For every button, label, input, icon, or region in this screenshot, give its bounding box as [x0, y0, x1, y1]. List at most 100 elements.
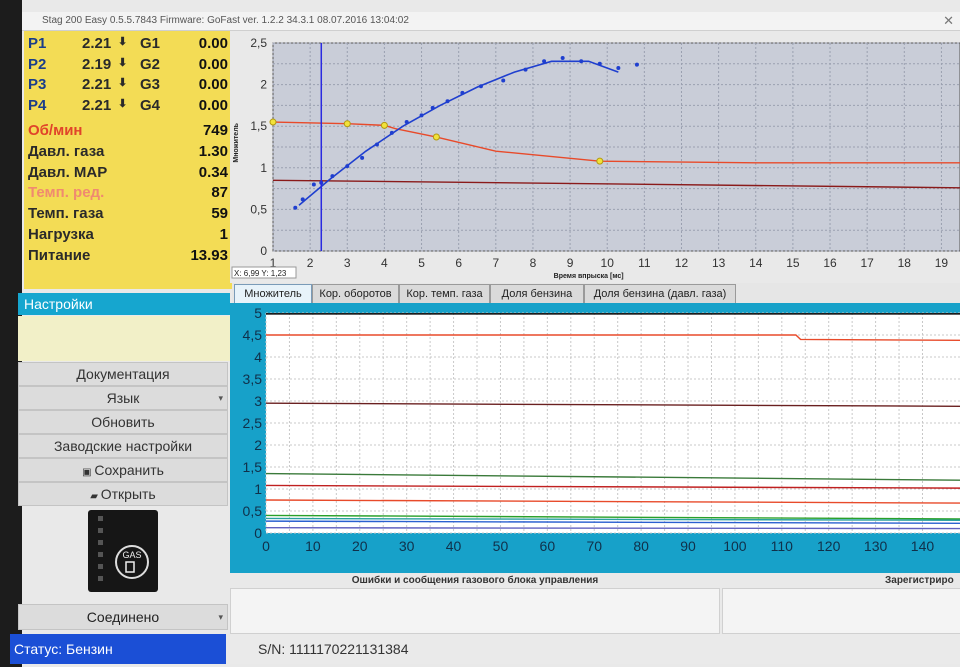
- reading-value: 13.93: [190, 246, 228, 264]
- x-tick-label: 120: [817, 538, 841, 554]
- registered-box[interactable]: [722, 588, 960, 634]
- menu-button-5[interactable]: ▰ Открыть: [18, 482, 228, 506]
- save-icon: ▣: [82, 467, 95, 478]
- reading-value: 0.34: [198, 163, 228, 181]
- pressure-value: 2.21: [82, 96, 112, 114]
- history-chart-panel: 0 10 20 30 40 50 60 70 80 90 100 110 120 130 140 0 0,5 1 1…: [230, 303, 960, 573]
- menu-label: Язык: [106, 390, 140, 406]
- tab-3[interactable]: Доля бензина: [490, 284, 584, 304]
- menu-button-0[interactable]: Документация: [18, 362, 228, 386]
- reading-value: 749: [202, 122, 228, 139]
- chevron-down-icon: ▾: [218, 612, 223, 622]
- gas-cyl-value: 0.00: [198, 35, 228, 52]
- scatter-point: [430, 105, 435, 110]
- title-bar: Stag 200 Easy 0.5.5.7843 Firmware: GoFas…: [22, 12, 960, 31]
- gas-cyl-name: G3: [140, 76, 161, 93]
- errors-box[interactable]: [230, 588, 720, 634]
- reading-label: Нагрузка: [28, 226, 94, 243]
- led-5: [98, 564, 103, 569]
- x-tick-label: 17: [860, 256, 874, 270]
- settings-header[interactable]: Настройки: [18, 293, 230, 315]
- scatter-point: [311, 182, 316, 187]
- menu-label: Заводские настройки: [53, 438, 193, 454]
- plot-area: [272, 42, 960, 252]
- y-tick-label: 1: [260, 161, 267, 175]
- x-tick-label: 9: [567, 256, 574, 270]
- reading-label: Об/мин: [28, 122, 83, 139]
- x-tick-label: 60: [540, 538, 556, 554]
- menu-button-1[interactable]: Язык ▾: [18, 386, 228, 410]
- gas-cyl-name: G2: [140, 55, 161, 73]
- reading-label: Давл. MAP: [28, 163, 108, 181]
- fuel-pump-icon: [125, 561, 135, 573]
- scatter-point: [389, 130, 394, 135]
- x-tick-label: 16: [823, 256, 837, 270]
- gas-cyl-value: 0.00: [198, 55, 228, 73]
- gas-cyl-name: G4: [140, 96, 161, 114]
- tab-2[interactable]: Кор. темп. газа: [399, 284, 490, 304]
- close-icon[interactable]: ✕: [943, 12, 954, 30]
- y-tick-label: 4,5: [243, 327, 263, 343]
- led-2: [98, 528, 103, 533]
- x-tick-label: 19: [935, 256, 949, 270]
- x-tick-label: 90: [680, 538, 696, 554]
- x-tick-label: 0: [262, 538, 270, 554]
- x-tick-label: 2: [307, 256, 314, 270]
- tab-1[interactable]: Кор. оборотов: [312, 284, 399, 304]
- reading-label: Темп. газа: [28, 205, 104, 223]
- serial-number: S/N: 1111170221131384: [258, 641, 409, 657]
- y-tick-label: 1: [254, 481, 262, 497]
- y-tick-label: 0,5: [243, 503, 263, 519]
- y-tick-label: 4: [254, 349, 262, 365]
- y-tick-label: 0: [260, 244, 267, 258]
- injector-icon: ⬇: [118, 77, 128, 89]
- scatter-point: [374, 142, 379, 147]
- scatter-point: [579, 59, 584, 64]
- scatter-point: [300, 197, 305, 202]
- reading-value: 87: [211, 184, 228, 202]
- x-tick-label: 20: [352, 538, 368, 554]
- x-tick-label: 13: [712, 256, 726, 270]
- multiplier-chart[interactable]: 1 2 3 4 5 6 7 8 9 10 11 12 13 14 15 16 17 18 1900,511,522,…: [230, 31, 960, 283]
- scatter-point: [404, 120, 409, 125]
- connection-dropdown[interactable]: Соединено ▾: [18, 604, 228, 630]
- ecu-switch-widget[interactable]: GAS: [88, 510, 158, 592]
- reading-label: Питание: [28, 246, 91, 264]
- x-axis-label: Время впрыска [мс]: [554, 273, 624, 280]
- x-tick-label: 30: [399, 538, 415, 554]
- x-tick-label: 10: [601, 256, 615, 270]
- pressure-value: 2.21: [82, 35, 112, 52]
- menu-button-3[interactable]: Заводские настройки: [18, 434, 228, 458]
- multiplier-chart-panel[interactable]: 1 2 3 4 5 6 7 8 9 10 11 12 13 14 15 16 17 18 19 0 0,5 1 1,5 2 2,…: [230, 31, 960, 283]
- x-tick-label: 6: [455, 256, 462, 270]
- x-tick-label: 110: [771, 538, 794, 554]
- reading-value: 1.30: [198, 142, 228, 160]
- parameters-panel: P1 2.21 ⬇ G1 0.00 P2 2.19 ⬇ G2 0.00 P3 2.21 ⬇ G3 0.00 P…: [24, 31, 232, 289]
- reading-label: Давл. газа: [28, 142, 105, 160]
- menu-label: Обновить: [91, 414, 155, 430]
- pressure-value: 2.21: [82, 76, 112, 93]
- tab-0[interactable]: Множитель: [234, 284, 312, 304]
- scatter-point: [523, 67, 528, 72]
- reading-value: 1: [219, 226, 228, 243]
- tab-4[interactable]: Доля бензина (давл. газа): [584, 284, 736, 304]
- gas-cyl-name: G1: [140, 35, 161, 52]
- scatter-point: [597, 61, 602, 66]
- x-tick-label: 8: [530, 256, 537, 270]
- history-chart[interactable]: 0 10 20 30 40 50 60 70 80 90 100 110 120 130 140 0 0,5 1 1…: [230, 303, 960, 573]
- injector-icon: ⬇: [118, 36, 128, 48]
- menu-button-4[interactable]: ▣ Сохранить: [18, 458, 228, 482]
- x-tick-label: 12: [675, 256, 689, 270]
- injector-icon: ⬇: [118, 97, 128, 110]
- y-tick-label: 1,5: [250, 119, 267, 133]
- menu-button-2[interactable]: Обновить: [18, 410, 228, 434]
- led-4: [98, 552, 103, 557]
- settings-label: Настройки: [24, 296, 93, 312]
- curve-marker: [596, 157, 604, 165]
- injector-icon: ⬇: [118, 56, 128, 69]
- x-tick-label: 80: [633, 538, 649, 554]
- y-tick-label: 2: [260, 78, 267, 92]
- scatter-point: [445, 99, 450, 104]
- scatter-point: [419, 113, 424, 118]
- scatter-point: [542, 59, 547, 64]
